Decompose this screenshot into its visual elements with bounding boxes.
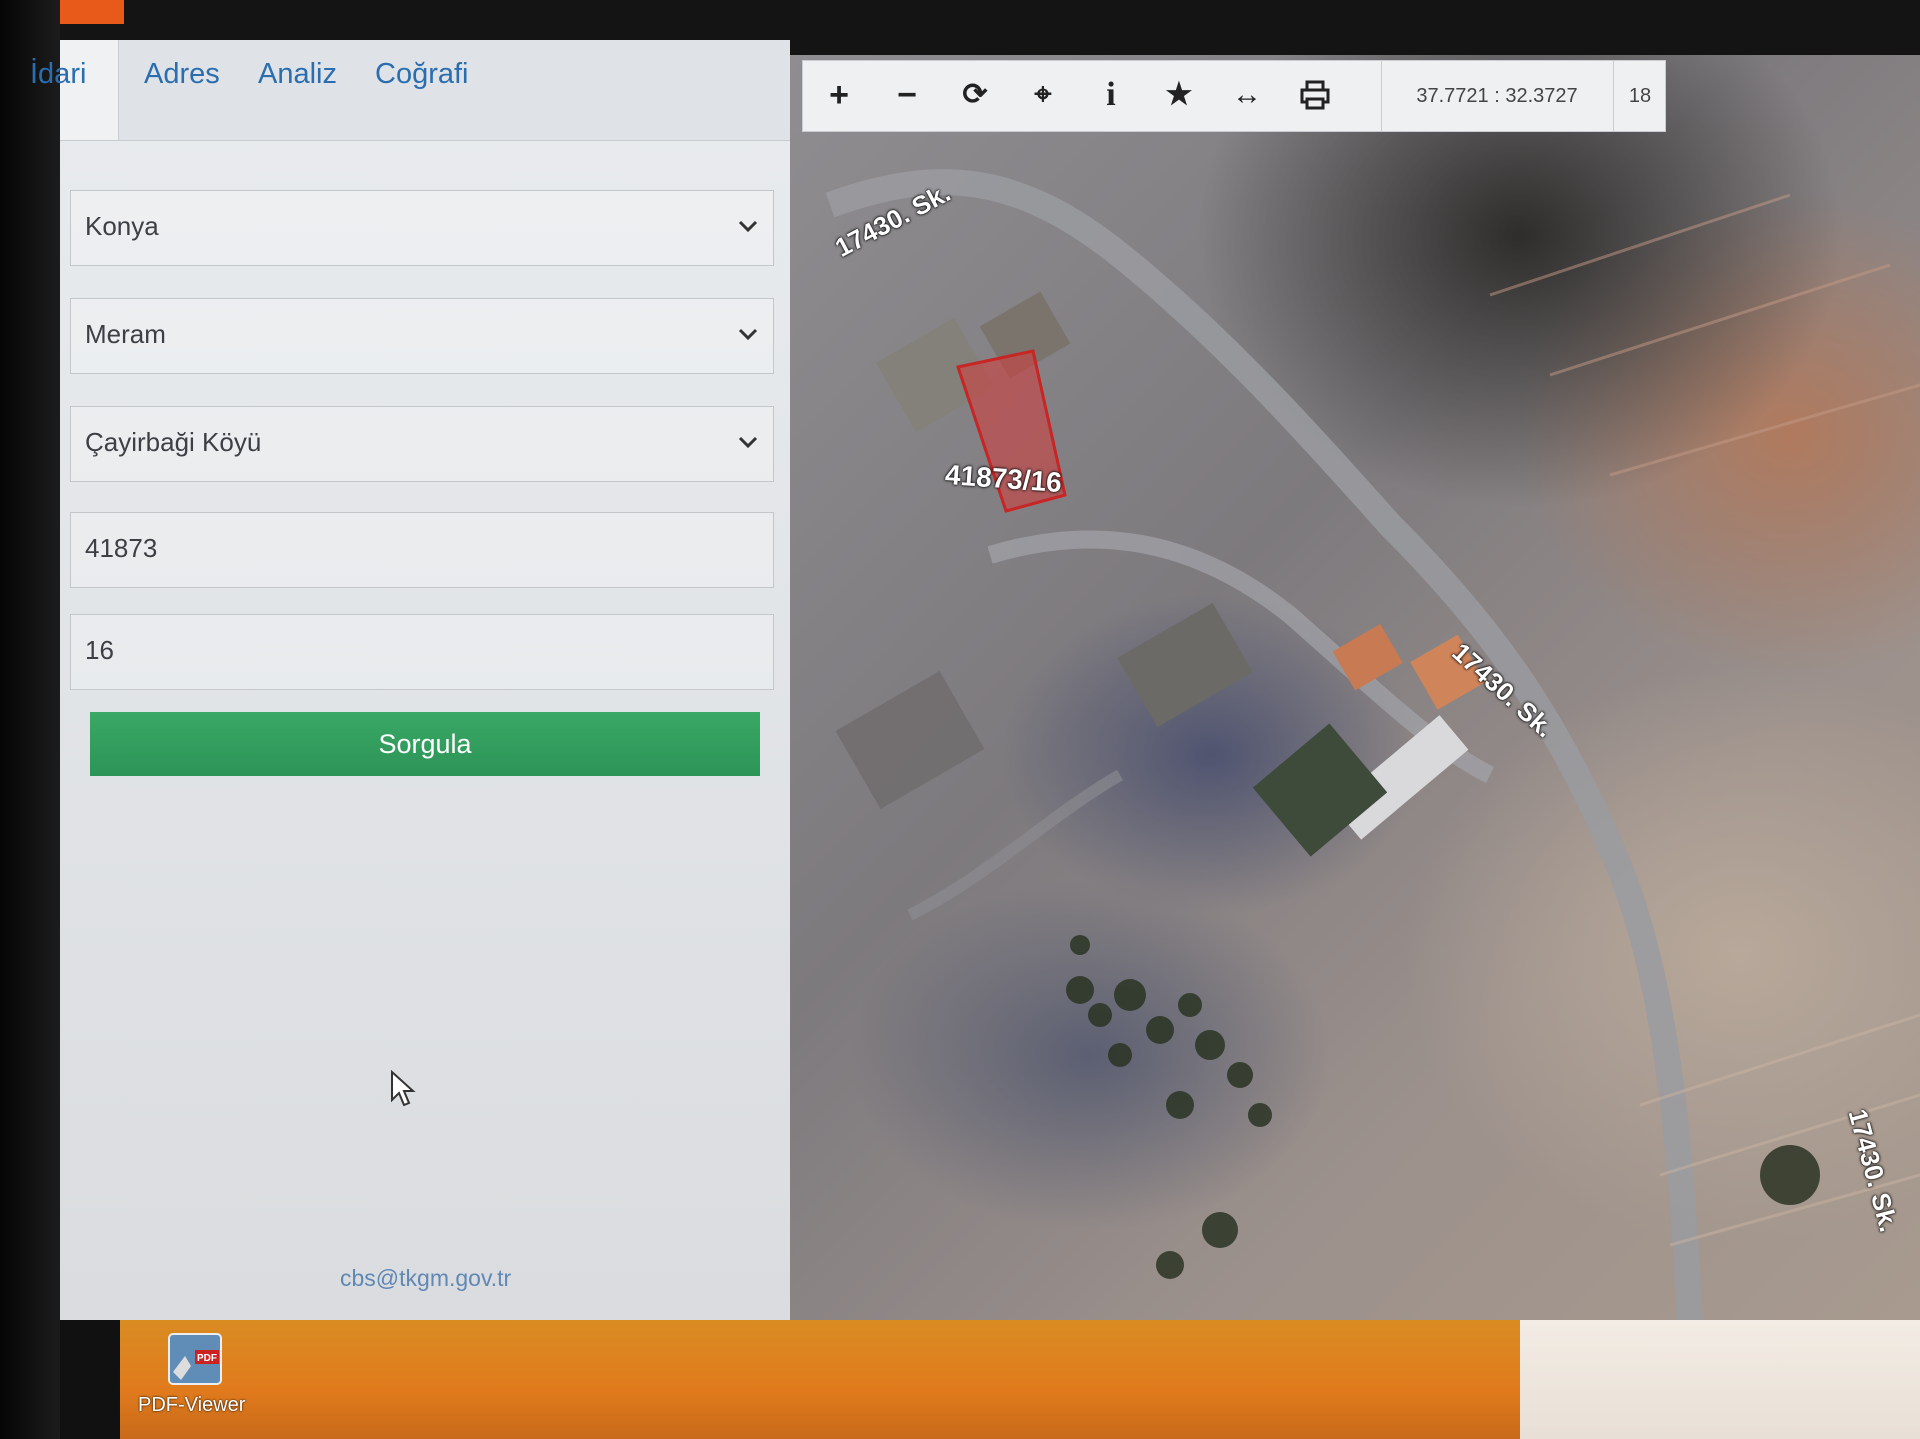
tab-cografi[interactable]: Coğrafi [375,58,469,91]
map-view[interactable]: 17430. Sk. 17430. Sk. 17430. Sk. 41873/1… [790,55,1920,1330]
sorgula-button[interactable]: Sorgula [90,712,760,776]
favorite-icon[interactable]: ★ [1159,75,1199,115]
il-select[interactable]: Konya [70,190,774,266]
pdf-viewer-icon[interactable]: PDF [165,1332,225,1387]
chevron-down-icon [738,436,758,449]
taskbar-tray [1520,1320,1920,1439]
parsel-value: 16 [85,635,114,665]
print-icon[interactable] [1295,75,1335,115]
query-sidebar: İdari Adres Analiz Coğrafi Konya Meram Ç… [30,40,790,1320]
info-icon[interactable]: i [1091,75,1131,115]
mahalle-select[interactable]: Çayirbaği Köyü [70,406,774,482]
zoom-in-icon[interactable]: + [819,75,859,115]
satellite-imagery [825,169,1920,1330]
ada-input[interactable]: 41873 [70,512,774,588]
taskbar: PDF PDF-Viewer [120,1320,1920,1439]
chevron-down-icon [738,328,758,341]
locate-icon[interactable]: ⌖ [1023,75,1063,115]
monitor-bezel-left [0,0,60,1439]
chevron-down-icon [738,220,758,233]
ilce-value: Meram [85,319,166,349]
zoom-out-icon[interactable]: − [887,75,927,115]
coordinate-readout: 37.7721 : 32.3727 [1381,61,1612,131]
tab-adres[interactable]: Adres [144,58,220,91]
ilce-select[interactable]: Meram [70,298,774,374]
measure-icon[interactable]: ↔ [1227,75,1267,115]
tab-idari[interactable]: İdari [30,40,119,140]
tab-label: İdari [30,58,87,90]
contact-email[interactable]: cbs@tkgm.gov.tr [340,1265,511,1292]
mouse-cursor-icon [391,1070,416,1107]
zoom-level: 18 [1613,61,1666,131]
pdf-viewer-label[interactable]: PDF-Viewer [138,1394,245,1417]
il-value: Konya [85,211,159,241]
ada-value: 41873 [85,533,158,563]
map-toolbar: + − ⟳ ⌖ i ★ ↔ 37.7721 : 32.3727 18 [802,60,1666,132]
refresh-icon[interactable]: ⟳ [955,75,995,115]
tab-bar: İdari Adres Analiz Coğrafi [30,40,790,141]
svg-text:PDF: PDF [197,1353,217,1364]
parsel-input[interactable]: 16 [70,614,774,690]
mahalle-value: Çayirbaği Köyü [85,427,262,457]
tab-analiz[interactable]: Analiz [258,58,337,91]
window-accent [52,0,124,24]
